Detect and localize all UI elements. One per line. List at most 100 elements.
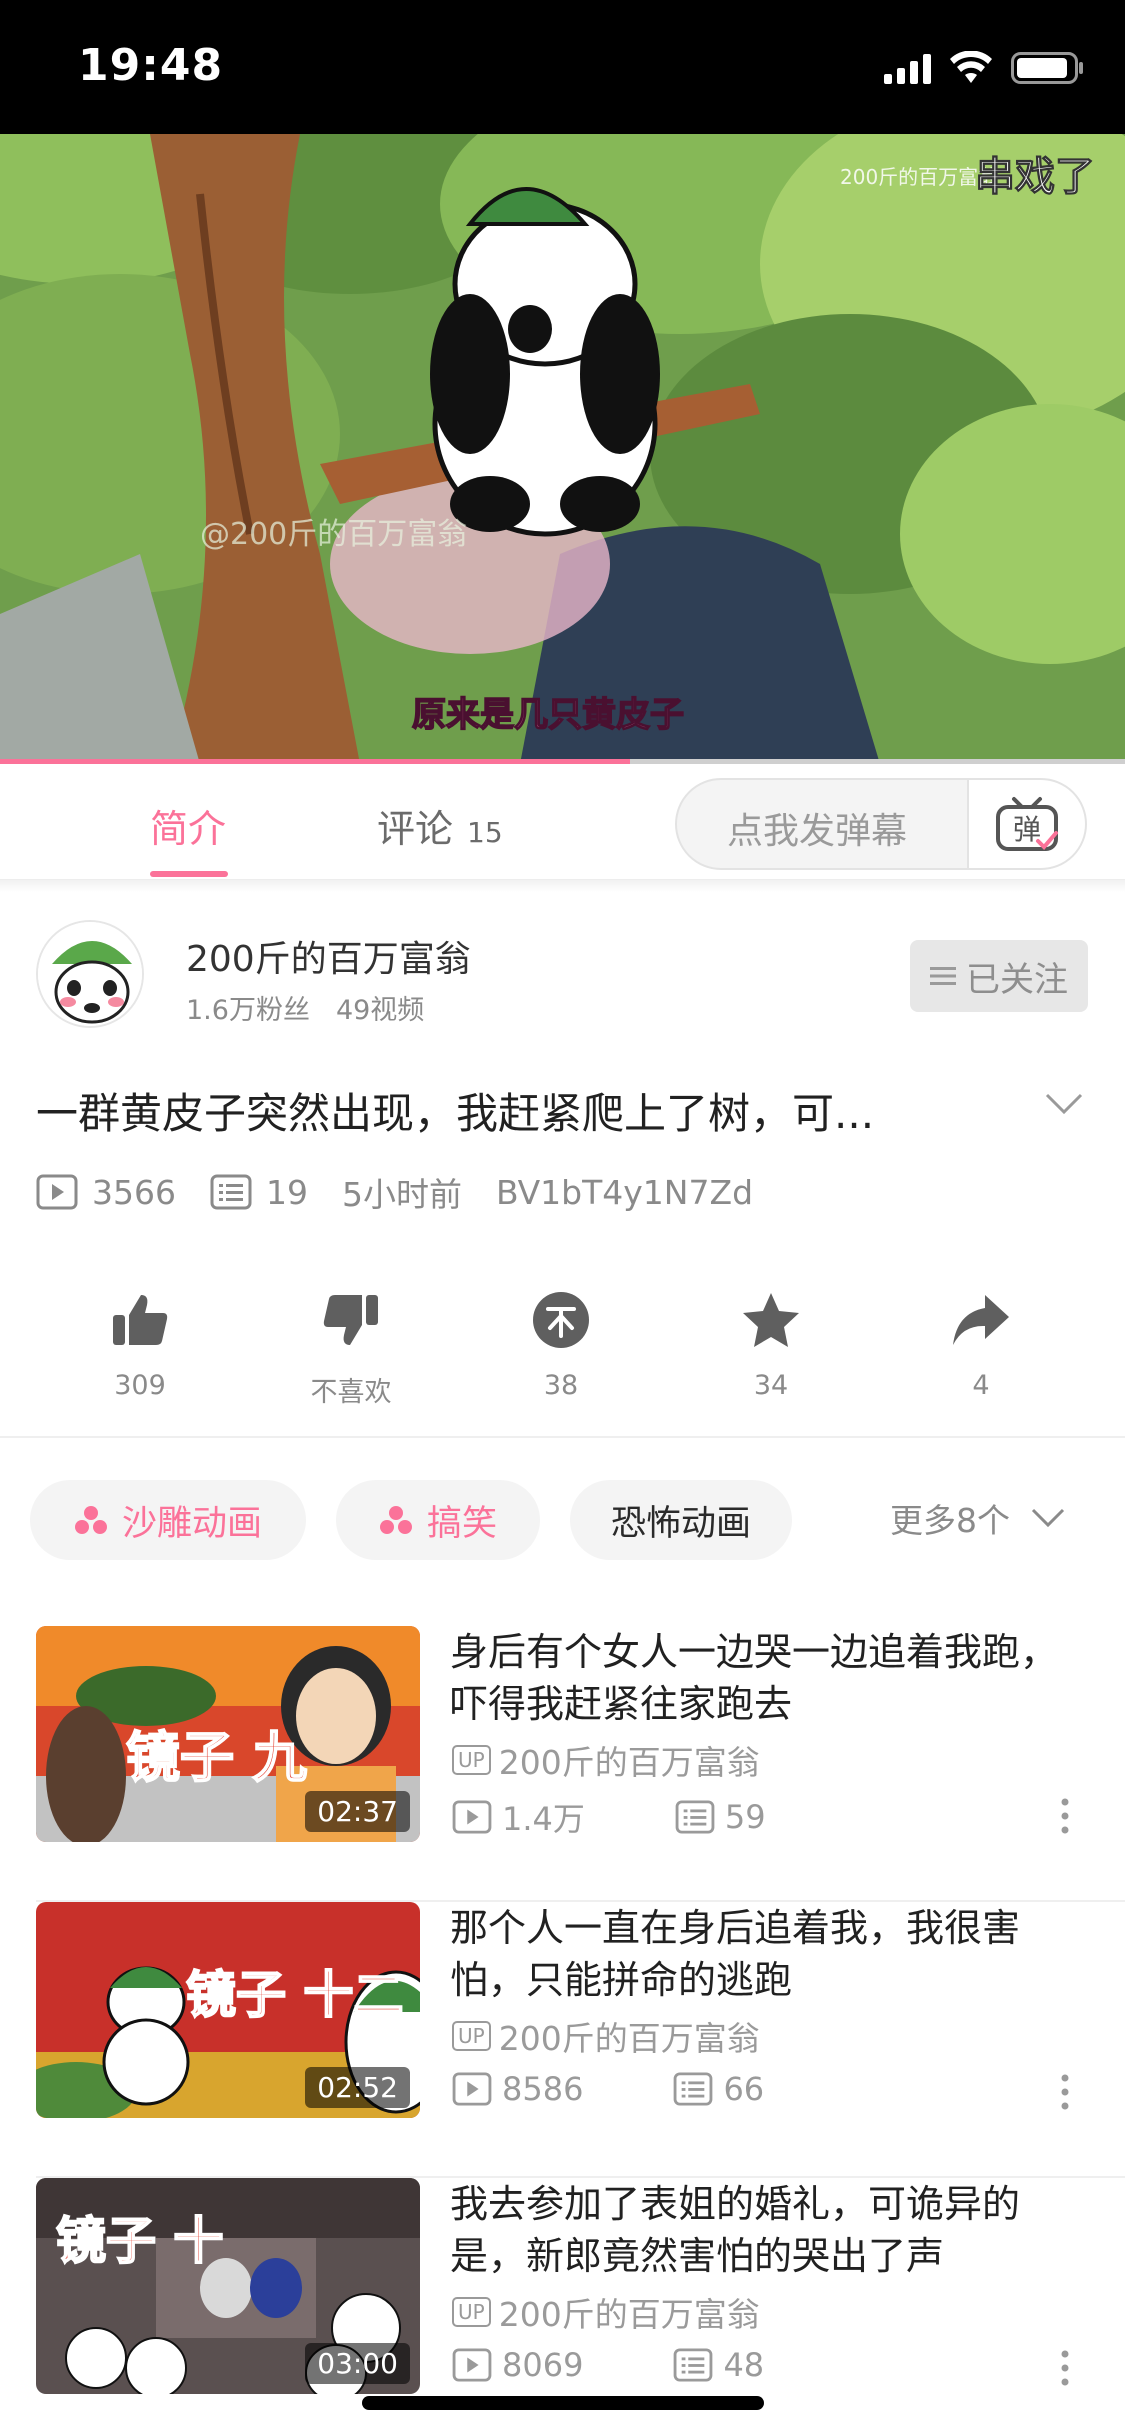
danmaku-overlay-text: 串戏了 (975, 154, 1095, 200)
favorite-count: 34 (753, 1370, 789, 1401)
channel-dots-icon (379, 1506, 412, 1534)
tag-horror-animation[interactable]: 恐怖动画 (570, 1480, 792, 1560)
danmaku-count-value: 19 (265, 1172, 308, 1212)
tab-comments-label: 评论 (377, 807, 454, 851)
avatar-image (38, 922, 142, 1026)
view-count-value: 1.4万 (502, 1800, 585, 1838)
coin-button[interactable]: 38 (486, 1284, 636, 1401)
more-tags-button[interactable]: 更多8个 (890, 1494, 1066, 1542)
video-duration: 02:37 (305, 1791, 410, 1832)
tag-label: 恐怖动画 (610, 1503, 751, 1544)
favorite-button[interactable]: 34 (696, 1284, 846, 1401)
like-button[interactable]: 309 (65, 1284, 215, 1401)
chevron-down-icon[interactable] (1044, 1092, 1084, 1116)
thumbs-down-icon (323, 1295, 378, 1345)
author-name: 200斤的百万富翁 (498, 1743, 760, 1782)
share-icon (953, 1295, 1009, 1345)
danmaku-count-icon (674, 2348, 713, 2382)
tab-comments[interactable]: 评论 15 (377, 798, 503, 853)
home-indicator[interactable] (362, 2396, 764, 2410)
status-bar: 19:48 (0, 0, 1125, 134)
status-icons (884, 50, 1085, 86)
view-count-value: 8069 (502, 2346, 584, 2384)
video-watermark-center: @200斤的百万富翁 (200, 517, 467, 552)
action-bar: 309 不喜欢 38 34 4 (0, 1284, 1125, 1414)
related-video-author: UP 200斤的百万富翁 (452, 1736, 760, 1784)
play-count-icon (452, 1800, 492, 1834)
related-video-stats: 8069 48 (452, 2346, 764, 2384)
more-options-icon[interactable] (1060, 1798, 1070, 1834)
detail-tabs: 简介 评论 15 点我发弹幕 弹 (0, 764, 1125, 880)
uploader-name[interactable]: 200斤的百万富翁 (186, 930, 471, 982)
thumbnail-caption: 镜子 十 (56, 2212, 223, 2270)
related-video-stats: 1.4万 59 (452, 1794, 766, 1840)
related-video-title[interactable]: 那个人一直在身后追着我，我很害怕，只能拼命的逃跑 (450, 1902, 1090, 2006)
comments-count: 15 (467, 816, 503, 849)
cellular-signal-icon (884, 52, 931, 84)
more-tags-label: 更多8个 (890, 1501, 1010, 1540)
uploader-video-count: 49视频 (335, 995, 425, 1026)
like-count: 309 (114, 1370, 166, 1401)
view-count: 8586 (452, 2070, 583, 2108)
video-title: 一群黄皮子突然出现，我赶紧爬上了树，可... (36, 1089, 875, 1138)
bvid: BV1bT4y1N7Zd (495, 1172, 754, 1212)
tag-funny[interactable]: 搞笑 (336, 1480, 540, 1560)
divider (0, 1436, 1125, 1438)
related-video-item[interactable]: 镜子 十二 02:52 那个人一直在身后追着我，我很害怕，只能拼命的逃跑 UP … (0, 1902, 1125, 2178)
chevron-down-icon (1031, 1508, 1065, 1528)
share-button[interactable]: 4 (906, 1284, 1056, 1401)
related-video-author: UP 200斤的百万富翁 (452, 2012, 760, 2060)
more-options-icon[interactable] (1060, 2074, 1070, 2110)
related-video-thumbnail[interactable]: 镜子 九 02:37 (36, 1626, 420, 1842)
danmaku-count-icon (675, 1800, 715, 1834)
uploader-fans: 1.6万粉丝 (186, 995, 310, 1026)
dislike-button[interactable]: 不喜欢 (276, 1284, 426, 1409)
danmaku-count-value: 59 (724, 1798, 766, 1836)
follow-button-label: 已关注 (966, 959, 1068, 1000)
tab-intro[interactable]: 简介 (150, 798, 226, 853)
related-video-item[interactable]: 镜子 九 02:37 身后有个女人一边哭一边追着我跑，吓得我赶紧往家跑去 UP … (0, 1626, 1125, 1902)
video-player[interactable]: @200斤的百万富翁 200斤的百万富翁 串戏了 原来是几只黄皮子 (0, 134, 1125, 764)
coin-icon (533, 1292, 589, 1348)
danmaku-count-icon (674, 2072, 713, 2106)
related-video-title[interactable]: 身后有个女人一边哭一边追着我跑，吓得我赶紧往家跑去 (450, 1626, 1090, 1730)
play-count-icon (452, 2072, 492, 2106)
view-count: 8069 (452, 2346, 583, 2384)
tag-row: 沙雕动画 搞笑 恐怖动画 更多8个 (0, 1480, 1125, 1560)
tag-shadiao-animation[interactable]: 沙雕动画 (30, 1480, 306, 1560)
up-badge: UP (452, 1745, 491, 1775)
danmaku-icon: 弹 (996, 797, 1058, 851)
danmaku-count-value: 48 (723, 2346, 765, 2384)
related-video-thumbnail[interactable]: 镜子 十 03:00 (36, 2178, 420, 2394)
uploader-stats: 1.6万粉丝 49视频 (186, 988, 424, 1027)
play-count-icon (36, 1174, 78, 1210)
video-meta: 3566 19 5小时前 BV1bT4y1N7Zd (36, 1168, 787, 1216)
follow-button[interactable]: 已关注 (910, 940, 1088, 1012)
publish-time: 5小时前 (341, 1175, 462, 1214)
up-badge: UP (452, 2021, 491, 2051)
related-video-author: UP 200斤的百万富翁 (452, 2288, 760, 2336)
danmaku-count: 19 (210, 1173, 308, 1212)
view-count-value: 3566 (92, 1172, 176, 1212)
related-video-thumbnail[interactable]: 镜子 十二 02:52 (36, 1902, 420, 2118)
related-video-title[interactable]: 我去参加了表姐的婚礼，可诡异的是，新郎竟然害怕的哭出了声 (450, 2178, 1090, 2282)
menu-lines-icon (930, 967, 956, 985)
thumbnail-caption: 镜子 十二 (186, 1966, 403, 2024)
danmaku-count: 66 (673, 2070, 764, 2108)
video-duration: 03:00 (305, 2343, 410, 2384)
up-badge: UP (452, 2297, 491, 2327)
danmaku-count: 59 (675, 1798, 766, 1836)
danmaku-toggle-button[interactable]: 弹 (967, 780, 1085, 868)
related-video-stats: 8586 66 (452, 2070, 764, 2108)
tag-label: 搞笑 (426, 1503, 497, 1544)
video-frame-illustration: @200斤的百万富翁 200斤的百万富翁 串戏了 原来是几只黄皮子 (0, 134, 1125, 764)
danmaku-count: 48 (673, 2346, 764, 2384)
uploader-avatar[interactable] (36, 920, 144, 1028)
thumbs-up-icon (113, 1295, 168, 1345)
danmaku-input-box[interactable]: 点我发弹幕 弹 (675, 778, 1087, 870)
thumbnail-caption: 镜子 九 (126, 1726, 307, 1789)
coin-count: 38 (543, 1370, 579, 1401)
more-options-icon[interactable] (1060, 2350, 1070, 2386)
view-count: 1.4万 (452, 1794, 585, 1840)
danmaku-input[interactable]: 点我发弹幕 (727, 802, 907, 854)
